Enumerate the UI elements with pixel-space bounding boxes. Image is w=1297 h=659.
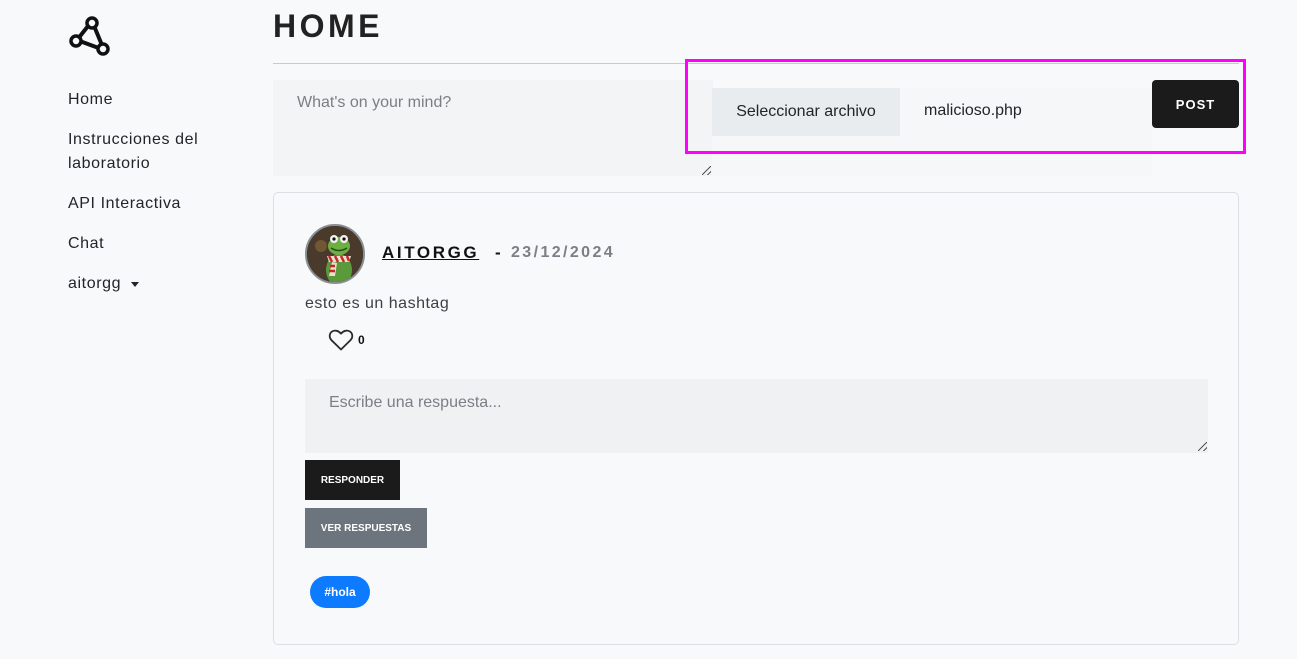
heart-outline-icon[interactable] — [328, 328, 354, 352]
app-logo-icon[interactable] — [68, 16, 110, 58]
user-menu-label: aitorgg — [68, 275, 122, 292]
avatar-image — [307, 226, 363, 282]
reply-textarea[interactable] — [305, 379, 1208, 453]
post-separator: - — [495, 243, 501, 262]
nav-item-lab-instructions[interactable]: Instrucciones del laboratorio — [68, 128, 248, 176]
nav-item-api[interactable]: API Interactiva — [68, 192, 248, 216]
resize-grip-icon[interactable] — [1198, 442, 1207, 451]
reply-button[interactable]: RESPONDER — [305, 460, 400, 500]
sidebar-nav: Home Instrucciones del laboratorio API I… — [68, 88, 248, 312]
resize-grip-icon[interactable] — [702, 166, 711, 175]
nav-item-chat[interactable]: Chat — [68, 232, 248, 256]
select-file-button[interactable]: Seleccionar archivo — [712, 88, 900, 136]
post-author-link[interactable]: AITORGG — [382, 243, 479, 263]
hashtag-badge[interactable]: #hola — [310, 576, 370, 608]
view-replies-button[interactable]: VER RESPUESTAS — [305, 508, 427, 548]
like-count: 0 — [358, 333, 365, 347]
page-title: HOME — [273, 8, 383, 44]
caret-down-icon — [131, 281, 140, 287]
user-menu-dropdown[interactable]: aitorgg — [68, 272, 248, 296]
post-text: esto es un hashtag — [305, 295, 450, 312]
nav-item-home[interactable]: Home — [68, 88, 248, 112]
post-button[interactable]: POST — [1152, 80, 1239, 128]
post-textarea[interactable] — [273, 80, 713, 176]
title-divider — [273, 63, 1239, 64]
post-date: 23/12/2024 — [511, 244, 616, 261]
avatar[interactable] — [305, 224, 365, 284]
selected-file-name: malicioso.php — [924, 102, 1022, 119]
post-card: AITORGG - 23/12/2024 esto es un hashtag … — [273, 192, 1239, 645]
